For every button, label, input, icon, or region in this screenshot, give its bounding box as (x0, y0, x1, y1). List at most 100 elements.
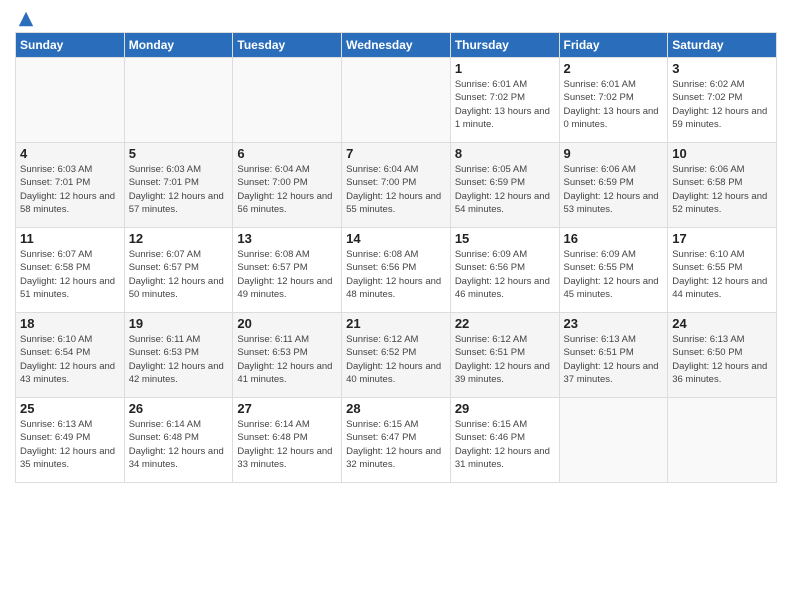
day-header-thursday: Thursday (450, 33, 559, 58)
calendar-day-cell (16, 58, 125, 143)
day-number: 17 (672, 231, 772, 246)
day-number: 23 (564, 316, 664, 331)
calendar-day-cell: 28 Sunrise: 6:15 AMSunset: 6:47 PMDaylig… (342, 398, 451, 483)
calendar-day-cell: 6 Sunrise: 6:04 AMSunset: 7:00 PMDayligh… (233, 143, 342, 228)
calendar-header-row: SundayMondayTuesdayWednesdayThursdayFrid… (16, 33, 777, 58)
calendar-day-cell: 12 Sunrise: 6:07 AMSunset: 6:57 PMDaylig… (124, 228, 233, 313)
calendar-day-cell: 24 Sunrise: 6:13 AMSunset: 6:50 PMDaylig… (668, 313, 777, 398)
day-number: 3 (672, 61, 772, 76)
day-number: 12 (129, 231, 229, 246)
app-container: SundayMondayTuesdayWednesdayThursdayFrid… (0, 0, 792, 493)
calendar-day-cell: 18 Sunrise: 6:10 AMSunset: 6:54 PMDaylig… (16, 313, 125, 398)
day-header-saturday: Saturday (668, 33, 777, 58)
calendar-day-cell: 23 Sunrise: 6:13 AMSunset: 6:51 PMDaylig… (559, 313, 668, 398)
calendar-day-cell: 29 Sunrise: 6:15 AMSunset: 6:46 PMDaylig… (450, 398, 559, 483)
day-number: 15 (455, 231, 555, 246)
day-header-sunday: Sunday (16, 33, 125, 58)
day-info: Sunrise: 6:08 AMSunset: 6:57 PMDaylight:… (237, 248, 337, 301)
day-number: 26 (129, 401, 229, 416)
day-info: Sunrise: 6:06 AMSunset: 6:58 PMDaylight:… (672, 163, 772, 216)
day-number: 1 (455, 61, 555, 76)
day-header-wednesday: Wednesday (342, 33, 451, 58)
day-number: 21 (346, 316, 446, 331)
calendar-day-cell: 7 Sunrise: 6:04 AMSunset: 7:00 PMDayligh… (342, 143, 451, 228)
calendar-day-cell: 2 Sunrise: 6:01 AMSunset: 7:02 PMDayligh… (559, 58, 668, 143)
day-info: Sunrise: 6:07 AMSunset: 6:57 PMDaylight:… (129, 248, 229, 301)
day-info: Sunrise: 6:01 AMSunset: 7:02 PMDaylight:… (455, 78, 555, 131)
logo (15, 10, 35, 24)
day-number: 11 (20, 231, 120, 246)
calendar-day-cell: 4 Sunrise: 6:03 AMSunset: 7:01 PMDayligh… (16, 143, 125, 228)
calendar-day-cell: 5 Sunrise: 6:03 AMSunset: 7:01 PMDayligh… (124, 143, 233, 228)
day-info: Sunrise: 6:11 AMSunset: 6:53 PMDaylight:… (129, 333, 229, 386)
day-info: Sunrise: 6:06 AMSunset: 6:59 PMDaylight:… (564, 163, 664, 216)
calendar-day-cell: 11 Sunrise: 6:07 AMSunset: 6:58 PMDaylig… (16, 228, 125, 313)
calendar-day-cell: 8 Sunrise: 6:05 AMSunset: 6:59 PMDayligh… (450, 143, 559, 228)
calendar-day-cell: 19 Sunrise: 6:11 AMSunset: 6:53 PMDaylig… (124, 313, 233, 398)
day-info: Sunrise: 6:10 AMSunset: 6:54 PMDaylight:… (20, 333, 120, 386)
day-number: 25 (20, 401, 120, 416)
day-number: 28 (346, 401, 446, 416)
day-info: Sunrise: 6:05 AMSunset: 6:59 PMDaylight:… (455, 163, 555, 216)
day-info: Sunrise: 6:09 AMSunset: 6:55 PMDaylight:… (564, 248, 664, 301)
day-info: Sunrise: 6:09 AMSunset: 6:56 PMDaylight:… (455, 248, 555, 301)
calendar-day-cell (124, 58, 233, 143)
day-header-monday: Monday (124, 33, 233, 58)
day-number: 5 (129, 146, 229, 161)
day-info: Sunrise: 6:11 AMSunset: 6:53 PMDaylight:… (237, 333, 337, 386)
day-number: 14 (346, 231, 446, 246)
calendar-day-cell: 1 Sunrise: 6:01 AMSunset: 7:02 PMDayligh… (450, 58, 559, 143)
day-info: Sunrise: 6:15 AMSunset: 6:47 PMDaylight:… (346, 418, 446, 471)
calendar-day-cell: 14 Sunrise: 6:08 AMSunset: 6:56 PMDaylig… (342, 228, 451, 313)
header (15, 10, 777, 24)
calendar-day-cell: 25 Sunrise: 6:13 AMSunset: 6:49 PMDaylig… (16, 398, 125, 483)
calendar-day-cell: 15 Sunrise: 6:09 AMSunset: 6:56 PMDaylig… (450, 228, 559, 313)
calendar-week-row: 1 Sunrise: 6:01 AMSunset: 7:02 PMDayligh… (16, 58, 777, 143)
calendar-day-cell: 13 Sunrise: 6:08 AMSunset: 6:57 PMDaylig… (233, 228, 342, 313)
calendar-day-cell: 10 Sunrise: 6:06 AMSunset: 6:58 PMDaylig… (668, 143, 777, 228)
calendar-day-cell (559, 398, 668, 483)
day-info: Sunrise: 6:03 AMSunset: 7:01 PMDaylight:… (20, 163, 120, 216)
day-number: 24 (672, 316, 772, 331)
day-number: 20 (237, 316, 337, 331)
day-number: 7 (346, 146, 446, 161)
calendar-day-cell: 3 Sunrise: 6:02 AMSunset: 7:02 PMDayligh… (668, 58, 777, 143)
day-number: 6 (237, 146, 337, 161)
calendar-week-row: 11 Sunrise: 6:07 AMSunset: 6:58 PMDaylig… (16, 228, 777, 313)
calendar-day-cell: 27 Sunrise: 6:14 AMSunset: 6:48 PMDaylig… (233, 398, 342, 483)
calendar-table: SundayMondayTuesdayWednesdayThursdayFrid… (15, 32, 777, 483)
calendar-day-cell: 21 Sunrise: 6:12 AMSunset: 6:52 PMDaylig… (342, 313, 451, 398)
day-number: 13 (237, 231, 337, 246)
day-info: Sunrise: 6:04 AMSunset: 7:00 PMDaylight:… (237, 163, 337, 216)
day-number: 10 (672, 146, 772, 161)
day-info: Sunrise: 6:07 AMSunset: 6:58 PMDaylight:… (20, 248, 120, 301)
day-header-friday: Friday (559, 33, 668, 58)
day-info: Sunrise: 6:01 AMSunset: 7:02 PMDaylight:… (564, 78, 664, 131)
calendar-day-cell (668, 398, 777, 483)
day-info: Sunrise: 6:12 AMSunset: 6:51 PMDaylight:… (455, 333, 555, 386)
day-number: 4 (20, 146, 120, 161)
calendar-week-row: 18 Sunrise: 6:10 AMSunset: 6:54 PMDaylig… (16, 313, 777, 398)
day-info: Sunrise: 6:02 AMSunset: 7:02 PMDaylight:… (672, 78, 772, 131)
day-info: Sunrise: 6:13 AMSunset: 6:51 PMDaylight:… (564, 333, 664, 386)
day-info: Sunrise: 6:14 AMSunset: 6:48 PMDaylight:… (129, 418, 229, 471)
day-number: 22 (455, 316, 555, 331)
day-info: Sunrise: 6:14 AMSunset: 6:48 PMDaylight:… (237, 418, 337, 471)
day-info: Sunrise: 6:13 AMSunset: 6:49 PMDaylight:… (20, 418, 120, 471)
calendar-week-row: 25 Sunrise: 6:13 AMSunset: 6:49 PMDaylig… (16, 398, 777, 483)
calendar-day-cell: 9 Sunrise: 6:06 AMSunset: 6:59 PMDayligh… (559, 143, 668, 228)
day-number: 16 (564, 231, 664, 246)
calendar-day-cell: 20 Sunrise: 6:11 AMSunset: 6:53 PMDaylig… (233, 313, 342, 398)
day-info: Sunrise: 6:04 AMSunset: 7:00 PMDaylight:… (346, 163, 446, 216)
day-info: Sunrise: 6:12 AMSunset: 6:52 PMDaylight:… (346, 333, 446, 386)
day-number: 8 (455, 146, 555, 161)
calendar-day-cell (342, 58, 451, 143)
calendar-day-cell (233, 58, 342, 143)
calendar-day-cell: 17 Sunrise: 6:10 AMSunset: 6:55 PMDaylig… (668, 228, 777, 313)
day-number: 19 (129, 316, 229, 331)
day-info: Sunrise: 6:13 AMSunset: 6:50 PMDaylight:… (672, 333, 772, 386)
day-info: Sunrise: 6:10 AMSunset: 6:55 PMDaylight:… (672, 248, 772, 301)
calendar-day-cell: 26 Sunrise: 6:14 AMSunset: 6:48 PMDaylig… (124, 398, 233, 483)
logo-text (15, 10, 35, 28)
day-number: 29 (455, 401, 555, 416)
